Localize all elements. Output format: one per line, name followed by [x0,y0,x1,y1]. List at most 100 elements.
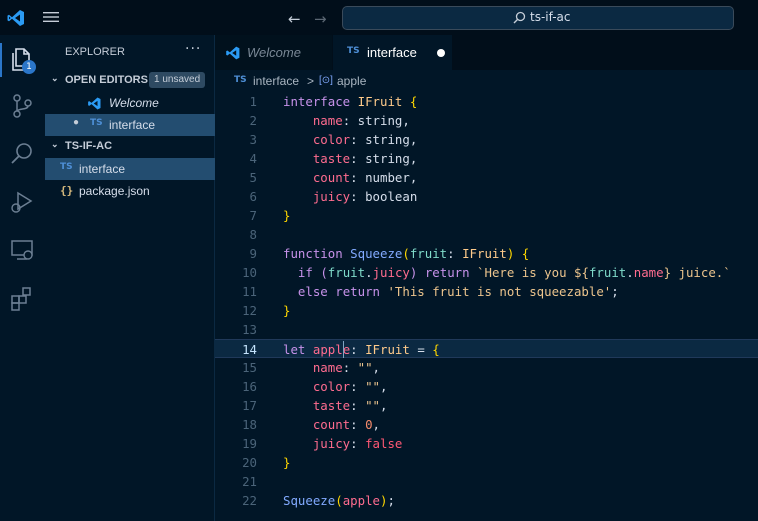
code-token: , [380,379,388,394]
code-text: function Squeeze(fruit: IFruit) { [283,244,529,263]
code-line[interactable]: 15 name: "", [215,358,758,377]
open-editor-interface[interactable]: ● TS interface [45,114,215,136]
code-token: { [521,246,530,261]
code-line[interactable]: 3 color: string, [215,130,758,149]
code-token: Squeeze [350,246,403,261]
code-token: string, [365,132,418,147]
code-line[interactable]: 17 taste: "", [215,396,758,415]
tab-interface[interactable]: TS interface [333,35,452,70]
remote-explorer-icon[interactable] [7,235,37,265]
line-number: 7 [249,208,257,223]
code-token: : [350,436,366,451]
code-token: : [350,417,366,432]
code-token: name [312,113,343,128]
code-text: } [283,301,290,320]
command-center-search[interactable]: ts-if-ac [342,6,734,30]
unsaved-dot-icon[interactable]: ● [73,117,79,128]
line-number: 4 [249,151,257,166]
back-button[interactable]: ← [288,10,301,28]
code-line[interactable]: 6 juicy: boolean [215,187,758,206]
file-item-interface[interactable]: TS interface [45,158,215,180]
breadcrumb-symbol[interactable]: apple [337,74,366,88]
extensions-icon[interactable] [7,283,37,313]
code-line[interactable]: 8 [215,225,758,244]
forward-button[interactable]: → [314,10,327,28]
code-text: juicy: false [283,434,403,453]
line-number: 2 [249,113,257,128]
code-token: ( [320,265,328,280]
code-line[interactable]: 21 [215,472,758,491]
code-token: juicy [372,265,410,280]
title-bar: ← → ts-if-ac [0,0,758,35]
more-actions-icon[interactable]: ··· [185,41,201,57]
hamburger-menu-icon[interactable] [43,11,59,23]
code-text: taste: string, [283,149,417,168]
code-text: interface IFruit { [283,92,417,111]
code-token: else [297,284,328,299]
code-token: let [283,342,306,357]
search-icon[interactable] [7,139,37,169]
code-text: count: 0, [283,415,380,434]
code-token: function [283,246,343,261]
code-line[interactable]: 7} [215,206,758,225]
code-line[interactable]: 18 count: 0, [215,415,758,434]
code-token: if [297,265,313,280]
source-control-icon[interactable] [7,91,37,121]
code-line[interactable]: 2 name: string, [215,111,758,130]
line-number: 14 [242,342,257,357]
typescript-file-icon: TS [234,75,247,85]
breadcrumb: TS interface > [⊙] apple [215,70,758,92]
code-line[interactable]: 22 Squeeze(apple); [215,491,758,510]
run-debug-icon[interactable] [7,187,37,217]
code-token: : [350,398,366,413]
line-number: 5 [249,170,257,185]
code-line[interactable]: 9 function Squeeze(fruit: IFruit) { [215,244,758,263]
code-line[interactable]: 20} [215,453,758,472]
file-label: interface [79,162,126,176]
code-token: } juice.` [663,265,731,280]
code-line[interactable]: 5 count: number, [215,168,758,187]
code-line[interactable]: 10 if (fruit.juicy) return `Here is you … [215,263,758,282]
open-editors-header[interactable]: ⌄ OPEN EDITORS 1 unsaved [45,70,215,91]
code-token: , [372,360,380,375]
code-token: name [312,360,343,375]
explorer-sidebar: EXPLORER ··· ⌄ OPEN EDITORS 1 unsaved We… [45,35,215,521]
unsaved-dot-icon[interactable] [437,49,445,57]
workspace-header[interactable]: ⌄ TS-IF-AC [45,136,215,157]
code-token: : [350,342,366,357]
open-editors-label: OPEN EDITORS [65,74,148,86]
search-label: ts-if-ac [530,10,571,24]
breadcrumb-file[interactable]: interface [253,74,299,88]
code-line[interactable]: 11 else return 'This fruit is not squeez… [215,282,758,301]
chevron-down-icon: ⌄ [51,139,59,149]
code-text: Squeeze(apple); [283,491,395,510]
open-editor-label: interface [109,118,156,132]
tab-welcome[interactable]: Welcome [215,35,332,70]
line-number: 20 [242,455,257,470]
line-number: 3 [249,132,257,147]
code-token: , [372,417,381,432]
code-token: "" [365,379,380,394]
code-line[interactable]: 1 interface IFruit { [215,92,758,111]
code-text: count: number, [283,168,417,187]
code-token: IFruit [365,342,410,357]
code-editor[interactable]: 1 interface IFruit {2 name: string, 3 colo… [215,92,758,521]
code-line[interactable]: 4 taste: string, [215,149,758,168]
line-number: 21 [242,474,257,489]
file-item-package-json[interactable]: {} package.json [45,180,215,202]
code-line[interactable]: 13 [215,320,758,339]
code-line[interactable]: 19 juicy: false [215,434,758,453]
code-line[interactable]: 16 color: "", [215,377,758,396]
code-token: apple [342,493,380,508]
open-editor-welcome[interactable]: Welcome [45,92,215,114]
code-line[interactable]: 14 let apple: IFruit = { [215,339,758,358]
vscode-logo-icon[interactable] [6,8,26,28]
unsaved-badge: 1 unsaved [149,72,206,88]
code-line[interactable]: 12} [215,301,758,320]
